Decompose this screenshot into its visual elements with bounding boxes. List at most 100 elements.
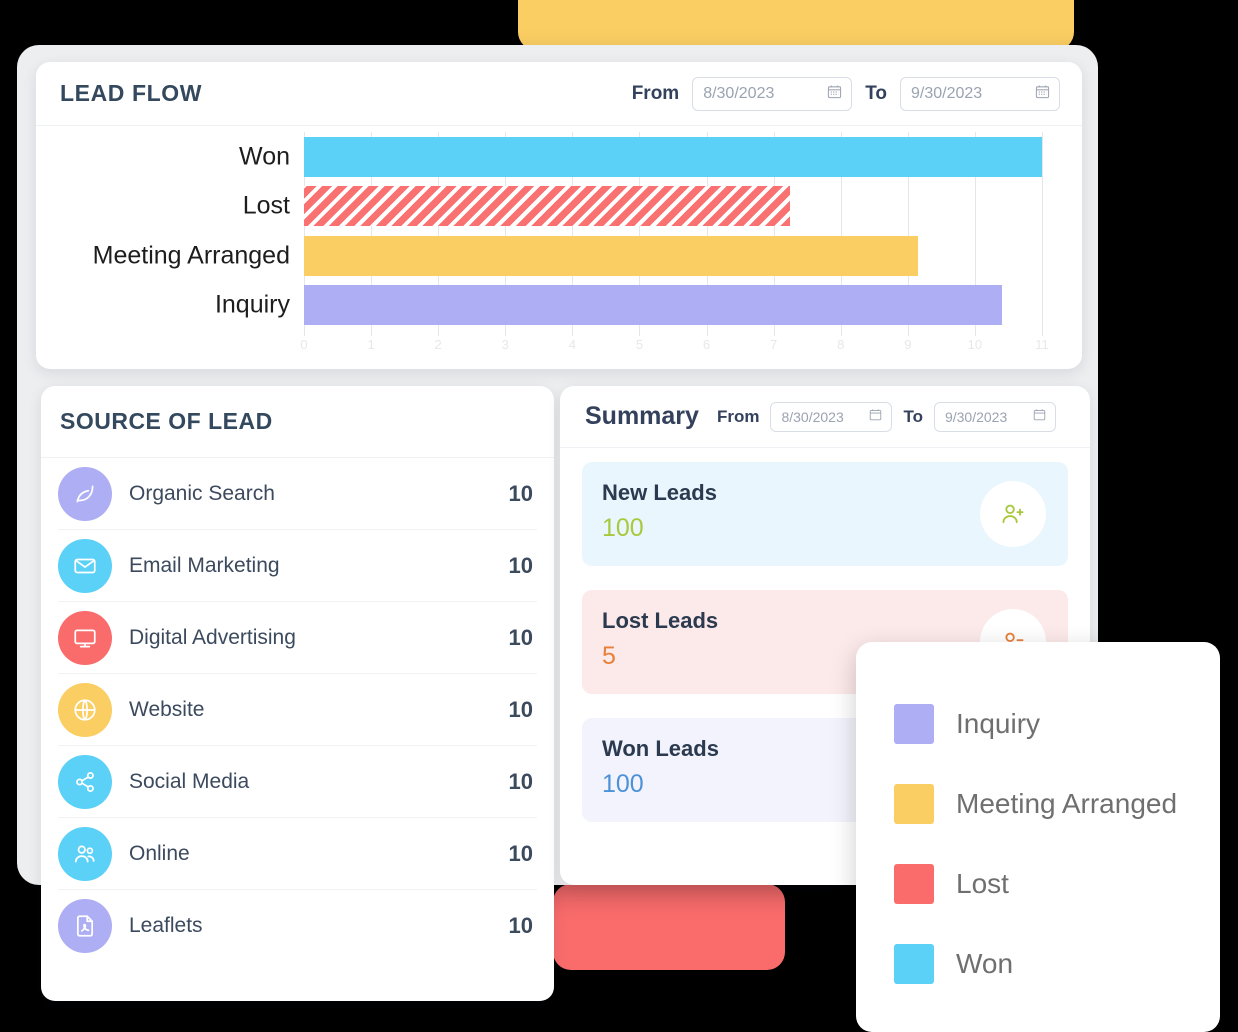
chart-x-tick-label: 5	[635, 337, 644, 352]
lead-flow-from-label: From	[631, 82, 680, 104]
summary-to-label: To	[903, 406, 923, 426]
summary-to-value: 9/30/2023	[944, 408, 1008, 425]
chart-x-tick-label: 0	[300, 337, 308, 352]
legend-label: Lost	[956, 868, 1009, 899]
chart-x-tick	[639, 330, 641, 336]
legend-item[interactable]: Won	[894, 924, 1220, 1004]
source-list-item[interactable]: Organic Search 10	[58, 458, 537, 530]
chart-x-tick	[706, 330, 708, 336]
chart-bar-row: Inquiry	[215, 285, 1042, 326]
source-item-value: 10	[508, 840, 533, 866]
calendar-icon[interactable]	[1033, 408, 1046, 426]
summary-card[interactable]: New Leads 100	[582, 462, 1068, 566]
source-item-label: Leaflets	[129, 914, 203, 937]
source-item-label: Social Media	[129, 769, 250, 793]
source-of-lead-list: Organic Search 10 Email Marketing 10 Digital…	[41, 458, 554, 962]
source-item-label: Email Marketing	[129, 553, 280, 577]
chart-bar-row: Won	[239, 136, 1042, 177]
chart-category-label: Inquiry	[214, 290, 290, 319]
source-item-value: 10	[508, 480, 533, 506]
source-of-lead-header: SOURCE OF LEAD	[41, 386, 554, 458]
summary-from-input[interactable]: 8/30/2023	[770, 401, 893, 432]
legend-item[interactable]: Meeting Arranged	[894, 764, 1220, 844]
summary-to-input[interactable]: 9/30/2023	[933, 401, 1056, 432]
source-item-value: 10	[508, 913, 533, 938]
legend-item[interactable]: Inquiry	[894, 684, 1220, 764]
summary-from-label: From	[716, 406, 760, 426]
legend-label: Won	[956, 948, 1014, 979]
chart-x-tick-label: 4	[568, 337, 576, 352]
source-item-label: Online	[129, 841, 190, 865]
source-list-item[interactable]: Digital Advertising 10	[58, 602, 537, 674]
decorative-red-card	[553, 884, 785, 970]
source-item-value: 10	[508, 624, 533, 650]
chart-plot-area: Won Lost Meeting Arranged Inquiry	[93, 132, 1043, 330]
share-icon	[58, 754, 112, 809]
lead-flow-header: LEAD FLOW From 8/30/2023 To 9/30/2023	[36, 62, 1082, 126]
source-item-value: 10	[508, 552, 533, 578]
chart-bar[interactable]	[304, 235, 918, 276]
chart-x-tick	[505, 330, 507, 336]
source-list-item[interactable]: Leaflets 10	[58, 890, 537, 962]
chart-x-tick	[1042, 330, 1043, 336]
chart-x-tick-label: 8	[837, 337, 845, 352]
chart-x-tick	[907, 330, 909, 336]
source-list-item[interactable]: Online 10	[58, 818, 537, 890]
summary-title: Summary	[585, 402, 699, 430]
calendar-icon[interactable]	[1035, 84, 1050, 104]
source-item-label: Digital Advertising	[129, 625, 296, 649]
source-list-item[interactable]: Social Media 10	[58, 746, 537, 818]
chart-x-tick-label: 6	[702, 337, 711, 352]
legend-label: Meeting Arranged	[956, 788, 1178, 819]
chart-bar[interactable]	[304, 285, 1002, 326]
chart-x-tick-label: 2	[434, 337, 442, 352]
lead-flow-to-value: 9/30/2023	[911, 84, 983, 102]
summary-from-value: 8/30/2023	[781, 408, 844, 425]
legend-swatch	[894, 944, 934, 984]
source-of-lead-title: SOURCE OF LEAD	[60, 408, 273, 434]
chart-category-label: Won	[239, 142, 290, 171]
globe-icon	[58, 682, 112, 737]
decorative-yellow-card	[518, 0, 1074, 50]
lead-flow-from-input[interactable]: 8/30/2023	[692, 76, 853, 111]
source-list-item[interactable]: Email Marketing 10	[58, 530, 537, 602]
chart-bar-row: Meeting Arranged	[93, 235, 1042, 276]
lead-flow-panel: LEAD FLOW From 8/30/2023 To 9/30/2023 Wo…	[36, 62, 1082, 369]
source-list-item[interactable]: Website 10	[58, 674, 537, 746]
chart-x-tick	[371, 330, 373, 336]
calendar-icon[interactable]	[827, 84, 842, 104]
source-item-label: Organic Search	[129, 481, 275, 505]
lead-flow-to-input[interactable]: 9/30/2023	[900, 76, 1060, 111]
source-item-label: Website	[129, 697, 205, 721]
calendar-icon[interactable]	[869, 408, 882, 426]
chart-x-tick	[438, 330, 440, 336]
chart-gridline	[1042, 132, 1043, 330]
source-item-value: 10	[508, 768, 533, 794]
lead-flow-title: LEAD FLOW	[60, 80, 203, 106]
summary-header: Summary From 8/30/2023 To 9/30/2023	[560, 386, 1090, 448]
chart-x-tick	[304, 330, 305, 336]
user-plus-icon	[980, 481, 1046, 547]
lead-flow-chart: Won Lost Meeting Arranged Inquiry 0 1 2 3 4 5 6 7 8…	[36, 126, 1082, 369]
chart-bar[interactable]	[304, 186, 791, 227]
chart-bar[interactable]	[304, 136, 1042, 177]
chart-legend-list: Inquiry Meeting Arranged Lost Won	[894, 684, 1220, 1004]
legend-swatch	[894, 704, 934, 744]
summary-date-range: From 8/30/2023 To 9/30/2023	[716, 401, 1056, 432]
monitor-icon	[58, 610, 112, 665]
chart-x-tick	[974, 330, 976, 336]
legend-item[interactable]: Lost	[894, 844, 1220, 924]
source-item-value: 10	[508, 696, 533, 722]
chart-legend-panel: Inquiry Meeting Arranged Lost Won	[856, 642, 1220, 1032]
lead-flow-to-label: To	[865, 82, 887, 104]
leaf-icon	[58, 466, 112, 521]
envelope-icon	[58, 538, 112, 593]
chart-x-tick-label: 7	[770, 337, 778, 352]
lead-flow-from-value: 8/30/2023	[703, 84, 775, 102]
chart-bar-row: Lost	[243, 186, 1042, 227]
chart-x-tick	[773, 330, 775, 336]
legend-label: Inquiry	[956, 708, 1041, 739]
screenshot-stage: LEAD FLOW From 8/30/2023 To 9/30/2023 Wo…	[0, 0, 1238, 1032]
chart-x-tick-label: 10	[967, 337, 983, 352]
chart-x-tick-label: 1	[367, 337, 375, 352]
